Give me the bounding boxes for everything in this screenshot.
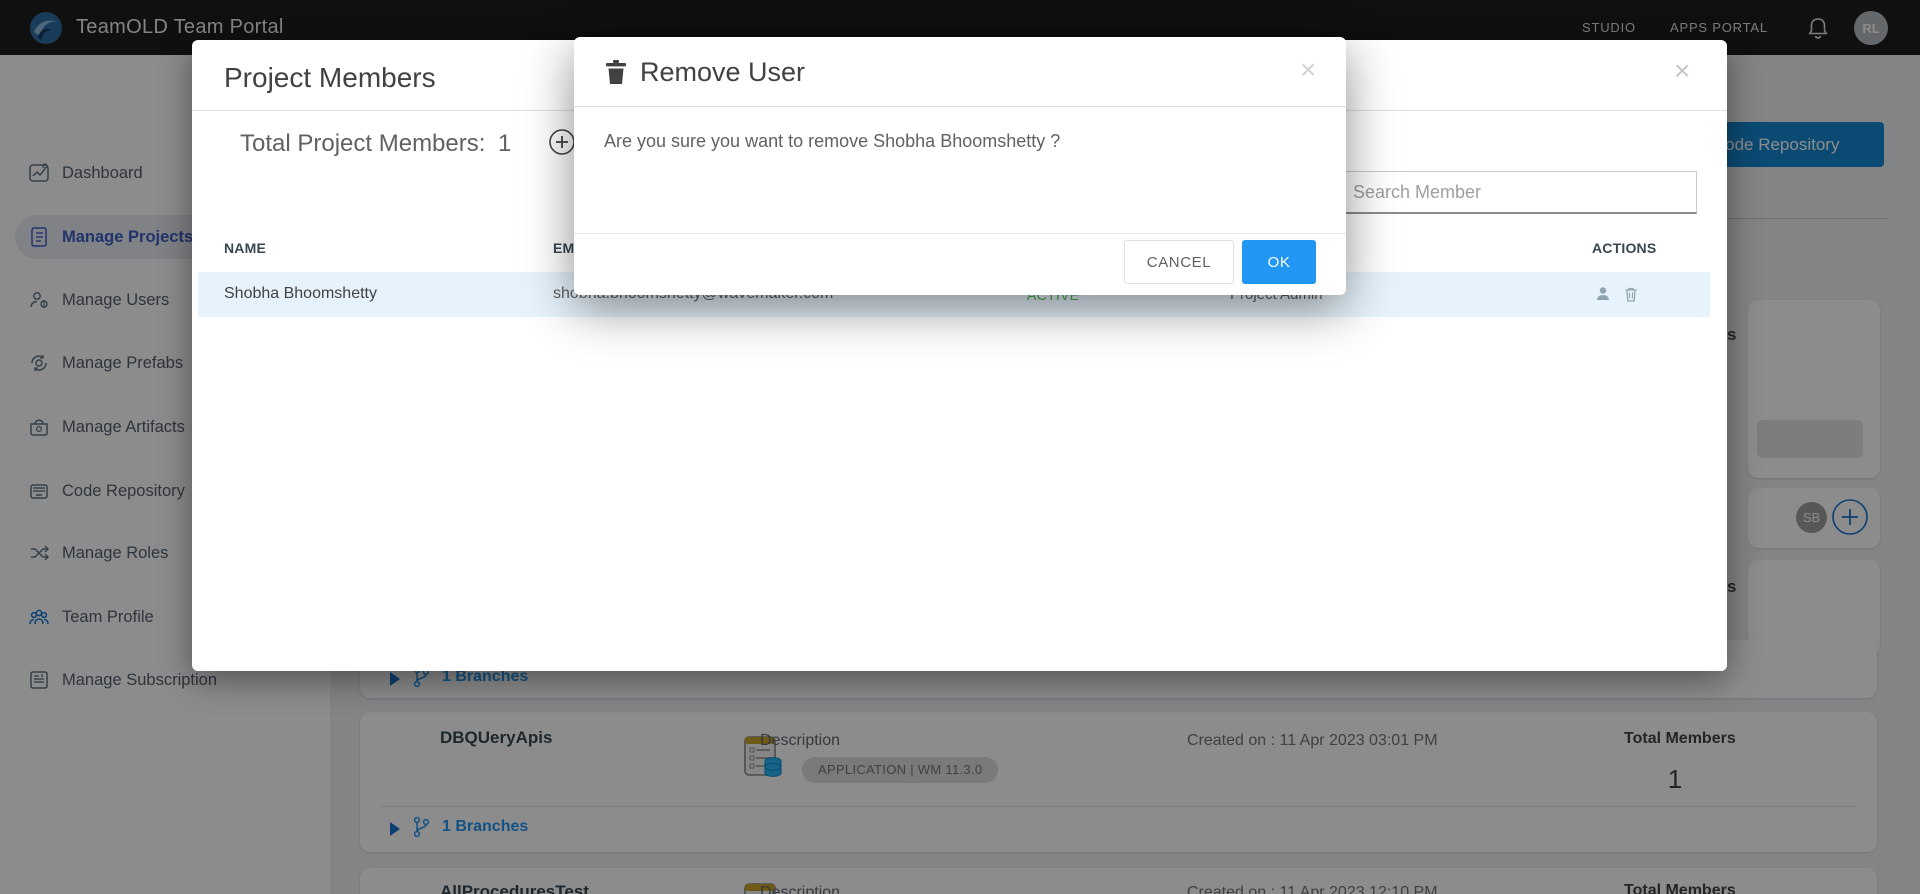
edit-member-icon[interactable]: [1594, 285, 1612, 303]
confirmation-message: Are you sure you want to remove Shobha B…: [604, 131, 1060, 152]
close-icon[interactable]: ×: [1674, 58, 1690, 84]
app-root: TeamOLD Team Portal STUDIO APPS PORTAL R…: [0, 0, 1920, 894]
modal-title: Project Members: [224, 62, 436, 94]
column-header-actions: ACTIONS: [1592, 240, 1656, 256]
cancel-button[interactable]: CANCEL: [1124, 240, 1234, 284]
column-header-name: NAME: [224, 240, 266, 256]
search-member-input[interactable]: [1340, 171, 1697, 214]
trash-icon: [604, 59, 628, 85]
remove-user-modal: Remove User × Are you sure you want to r…: [574, 37, 1346, 295]
member-name: Shobha Bhoomshetty: [224, 285, 377, 303]
delete-member-trash-icon[interactable]: [1622, 285, 1640, 303]
add-member-plus-icon[interactable]: [548, 128, 576, 156]
remove-modal-title: Remove User: [640, 57, 805, 88]
close-icon[interactable]: ×: [1300, 57, 1316, 83]
ok-button[interactable]: OK: [1242, 240, 1316, 284]
total-members-label: Total Project Members:: [240, 130, 485, 158]
total-members-value: 1: [498, 130, 511, 158]
remove-modal-header: Remove User ×: [574, 37, 1346, 107]
remove-modal-footer-divider: [574, 233, 1346, 234]
